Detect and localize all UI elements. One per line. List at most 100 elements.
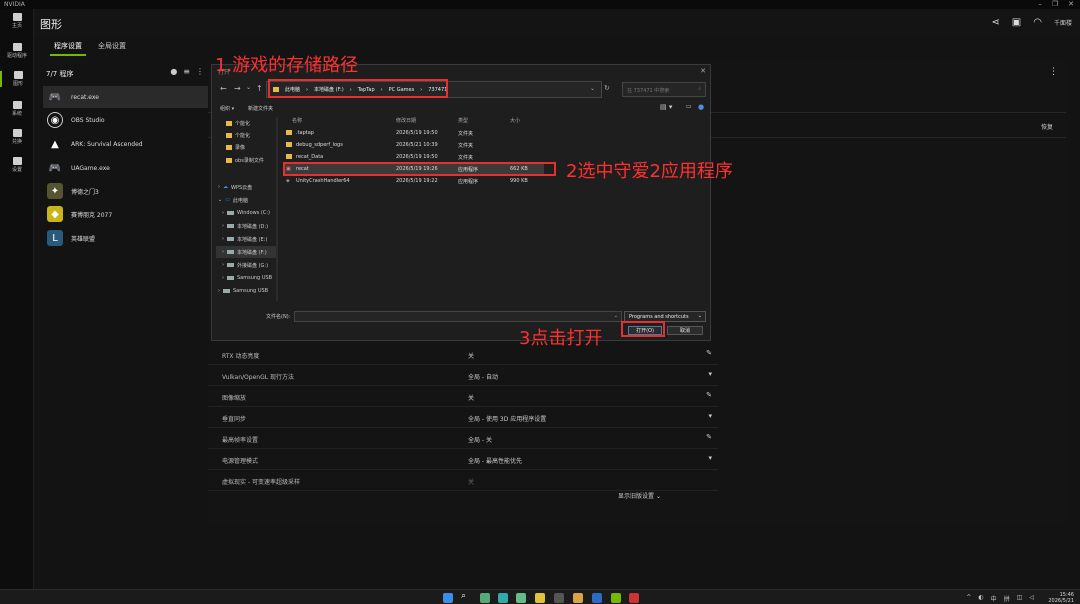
column-header[interactable]: 类型: [458, 117, 468, 124]
more-icon[interactable]: ⋮: [196, 67, 204, 76]
rail-drivers[interactable]: 驱动程序: [0, 43, 34, 59]
rail-label: 系统: [11, 111, 22, 117]
show-legacy-settings-button[interactable]: 显示旧版设置 ⌄: [618, 491, 661, 500]
clock[interactable]: 15:46 2026/5/21: [1048, 592, 1074, 604]
ime-indicator[interactable]: 中: [991, 594, 997, 603]
chevron-up-icon[interactable]: ^: [966, 594, 971, 603]
setting-row[interactable]: 最高帧率设置 全局 - 关 ✎: [208, 428, 718, 449]
app-icon[interactable]: [592, 593, 602, 603]
network-icon[interactable]: ◫: [1017, 594, 1023, 603]
program-item[interactable]: ◉ OBS Studio: [43, 109, 208, 131]
app-icon[interactable]: [535, 593, 545, 603]
restore-button[interactable]: 恢复: [1041, 122, 1053, 131]
search-icon[interactable]: ⌕: [461, 591, 471, 601]
nav-item[interactable]: 个能化: [216, 117, 276, 129]
more-icon[interactable]: ⋮: [1049, 67, 1058, 77]
up-icon[interactable]: ↑: [256, 84, 263, 93]
setting-row[interactable]: 电源管理模式 全局 - 最高性能优先 ▾: [208, 449, 718, 470]
dropdown-icon[interactable]: ▾: [708, 454, 712, 462]
file-row[interactable]: .taptap 2026/5/19 19:50 文件夹: [284, 127, 544, 139]
tab-global-settings[interactable]: 全局设置: [98, 41, 126, 51]
folder-icon[interactable]: [573, 593, 583, 603]
check-icon[interactable]: ●: [170, 67, 177, 76]
program-item[interactable]: ✦ 博德之门3: [43, 180, 208, 202]
refresh-icon[interactable]: ↻: [604, 84, 610, 92]
setting-row[interactable]: 垂直同步 全局 - 使用 3D 应用程序设置 ▾: [208, 407, 718, 428]
avatar[interactable]: ◠: [1033, 17, 1042, 28]
organize-button[interactable]: 组织 ▾: [220, 105, 234, 112]
nvidia-icon[interactable]: [611, 593, 621, 603]
scrollbar[interactable]: [276, 117, 278, 301]
app-icon[interactable]: [516, 593, 526, 603]
chevron-down-icon[interactable]: ⌄: [590, 85, 595, 92]
command-bar: 组织 ▾ 新建文件夹 ▤ ▾ ▭ ●: [216, 103, 708, 115]
chevron-down-icon[interactable]: ⌄: [614, 313, 618, 319]
dropdown-icon[interactable]: ▾: [708, 370, 712, 378]
program-item[interactable]: 🎮 recat.exe: [43, 86, 208, 108]
cancel-button[interactable]: 取消: [667, 326, 703, 335]
nav-item[interactable]: › Windows (C:): [216, 207, 276, 219]
file-row[interactable]: debug_sdperf_logs 2026/5/21 10:39 文件夹: [284, 139, 544, 151]
close-icon[interactable]: ✕: [1068, 0, 1074, 8]
column-header[interactable]: 修改日期: [396, 117, 416, 124]
edit-icon[interactable]: ✎: [706, 391, 712, 399]
filter-icon[interactable]: ≡: [183, 67, 190, 76]
volume-icon[interactable]: ◁: [1029, 594, 1034, 603]
filename-field[interactable]: ⌄: [294, 311, 622, 322]
nav-item[interactable]: 录像: [216, 141, 276, 153]
nav-item[interactable]: › ☁ WPS云盘: [216, 181, 276, 193]
view-icon[interactable]: ▤ ▾: [660, 103, 672, 111]
chevron-down-icon[interactable]: ⌄: [246, 84, 251, 91]
new-folder-button[interactable]: 新建文件夹: [248, 105, 273, 112]
nav-item[interactable]: › Samsung USB: [216, 285, 276, 297]
notification-icon[interactable]: ▣: [1012, 17, 1021, 28]
program-item[interactable]: L 英雄联盟: [43, 227, 208, 249]
nav-item[interactable]: › 外接磁盘 (G:): [216, 259, 276, 271]
setting-row[interactable]: Vulkan/OpenGL 现行方法 全局 - 自动 ▾: [208, 365, 718, 386]
program-list-tools: ● ≡ ⋮: [170, 67, 204, 76]
file-row[interactable]: ◈ UnityCrashHandler64 2026/5/19 19:22 应用程序 9…: [284, 175, 544, 187]
app-icon[interactable]: [498, 593, 508, 603]
rail-home[interactable]: 主页: [0, 13, 34, 29]
nav-item[interactable]: ⌄ ▭ 此电脑: [216, 194, 276, 206]
ime-mode[interactable]: 拼: [1004, 594, 1010, 603]
edit-icon[interactable]: ✎: [706, 349, 712, 357]
rail-settings[interactable]: 设置: [0, 157, 34, 173]
rail-redeem[interactable]: 兑换: [0, 129, 34, 145]
back-icon[interactable]: ←: [220, 84, 227, 93]
nav-item[interactable]: obs录制文件: [216, 154, 276, 166]
setting-row[interactable]: RTX 动态亮度 关 ✎: [208, 344, 718, 365]
column-header[interactable]: 大小: [510, 117, 520, 124]
nav-item[interactable]: › 本地磁盘 (D:): [216, 220, 276, 232]
program-name: 赛博朋克 2077: [71, 211, 113, 219]
pane-icon[interactable]: ▭: [686, 103, 692, 110]
close-icon[interactable]: ✕: [700, 67, 706, 75]
tab-program-settings[interactable]: 程序设置: [50, 41, 86, 56]
restore-icon[interactable]: ❐: [1052, 0, 1058, 8]
minimize-icon[interactable]: –: [1038, 0, 1042, 8]
search-input[interactable]: 在 737471 中搜索 ⌕: [622, 82, 706, 97]
nav-item[interactable]: › Samsung USB: [216, 272, 276, 284]
help-icon[interactable]: ●: [698, 103, 704, 111]
edit-icon[interactable]: ✎: [706, 433, 712, 441]
dropdown-icon[interactable]: ▾: [708, 412, 712, 420]
program-item[interactable]: 🎮 UAGame.exe: [43, 157, 208, 179]
app-icon[interactable]: [480, 593, 490, 603]
program-item[interactable]: ◆ 赛博朋克 2077: [43, 203, 208, 225]
windows-start-icon[interactable]: [443, 593, 453, 603]
rail-graphics[interactable]: 图形: [0, 71, 34, 87]
nav-item[interactable]: › 本地磁盘 (F:): [216, 246, 276, 258]
setting-row[interactable]: 图像缩放 关 ✎: [208, 386, 718, 407]
app-icon[interactable]: [554, 593, 564, 603]
forward-icon[interactable]: →: [234, 84, 241, 93]
program-item[interactable]: ▲ ARK: Survival Ascended: [43, 133, 208, 155]
user-name[interactable]: 千面楼: [1054, 18, 1072, 27]
column-header[interactable]: 名称: [292, 117, 302, 124]
app-icon[interactable]: [629, 593, 639, 603]
share-icon[interactable]: ⋖: [991, 17, 999, 28]
tray-icon[interactable]: ◐: [978, 594, 983, 603]
nav-item[interactable]: › 本地磁盘 (E:): [216, 233, 276, 245]
setting-row[interactable]: 虚拟现实 - 可变速率超级采样 关: [208, 470, 718, 491]
nav-item[interactable]: 个能化: [216, 129, 276, 141]
rail-system[interactable]: 系统: [0, 101, 34, 117]
